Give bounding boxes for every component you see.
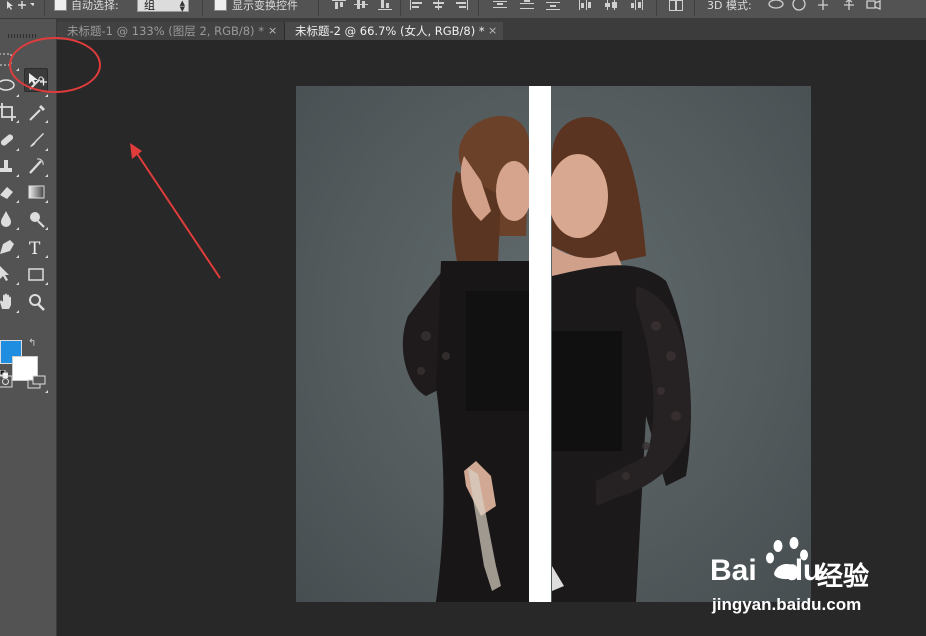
svg-text:T: T: [29, 239, 41, 259]
show-transform-checkbox[interactable]: [214, 0, 227, 11]
distribute-bottom-icon[interactable]: [546, 0, 560, 10]
drag-3d-icon: [818, 0, 828, 10]
clone-stamp-icon[interactable]: [0, 155, 20, 179]
eraser-icon[interactable]: [0, 181, 20, 205]
distribute-horizontal-icon[interactable]: [604, 0, 618, 10]
crop-icon[interactable]: [0, 101, 20, 125]
rectangle-icon[interactable]: [25, 263, 49, 287]
close-icon[interactable]: ×: [268, 22, 277, 40]
camera-3d-icon: [866, 0, 881, 10]
annotation-arrow: [130, 143, 221, 279]
slide-3d-icon: [844, 0, 854, 10]
quick-mask-icon[interactable]: [0, 371, 20, 395]
tool-preset-picker[interactable]: [4, 0, 36, 18]
align-vertical-center-icon[interactable]: [354, 0, 368, 10]
distribute-right-icon[interactable]: [630, 0, 644, 10]
healing-brush-icon[interactable]: [0, 129, 20, 153]
close-icon[interactable]: ×: [488, 22, 497, 40]
roll-3d-icon: [792, 0, 806, 11]
brush-icon[interactable]: [25, 129, 49, 153]
blur-icon[interactable]: [0, 208, 20, 232]
split-divider-line: [529, 86, 551, 602]
tools-panel: T ↰: [0, 19, 57, 636]
baidu-jingyan-watermark: Bai du 经验 jingyan.baidu.com: [700, 536, 920, 618]
dodge-icon[interactable]: [25, 208, 49, 232]
options-bar: 自动选择: 组 ▲ ▼ 显示变换控件 3D 模式:: [0, 0, 926, 19]
move-tool-preset-icon: [7, 1, 36, 10]
show-transform-label: 显示变换控件: [232, 0, 298, 12]
align-top-icon[interactable]: [332, 0, 346, 10]
type-icon[interactable]: T: [25, 236, 49, 260]
distribute-center-icon[interactable]: [520, 0, 534, 10]
align-left-icon[interactable]: [410, 0, 424, 10]
zoom-icon[interactable]: [25, 291, 49, 315]
hand-icon[interactable]: [0, 291, 20, 315]
document-tab-bar: 未标题-1 @ 133% (图层 2, RGB/8) * × 未标题-2 @ 6…: [57, 19, 926, 40]
distribute-top-icon[interactable]: [493, 0, 507, 10]
left-half-figure: [402, 116, 532, 602]
auto-align-icon[interactable]: [668, 0, 683, 11]
align-right-icon[interactable]: [454, 0, 468, 10]
align-horizontal-center-icon[interactable]: [432, 0, 446, 10]
3d-mode-icons[interactable]: [768, 0, 926, 12]
auto-select-checkbox[interactable]: [54, 0, 67, 11]
tab-label: 未标题-2 @ 66.7% (女人, RGB/8) *: [295, 24, 485, 38]
eyedropper-icon[interactable]: [25, 101, 49, 125]
jingyan-brand: 经验: [817, 562, 870, 592]
path-selection-icon[interactable]: [0, 263, 20, 287]
panel-grip[interactable]: [8, 34, 38, 38]
auto-select-value: 组: [144, 0, 155, 12]
tab-untitled-1[interactable]: 未标题-1 @ 133% (图层 2, RGB/8) * ×: [57, 22, 285, 40]
pen-icon[interactable]: [0, 236, 20, 260]
align-bottom-icon[interactable]: [378, 0, 392, 10]
tab-label: 未标题-1 @ 133% (图层 2, RGB/8) *: [67, 24, 264, 38]
annotation-circle: [9, 37, 101, 93]
auto-select-dropdown[interactable]: 组 ▲ ▼: [137, 0, 189, 13]
distribute-left-icon[interactable]: [578, 0, 592, 10]
screen-mode-icon[interactable]: [25, 371, 49, 395]
baidu-logo-text: Bai du: [710, 554, 822, 587]
swap-colors-icon[interactable]: ↰: [28, 338, 36, 349]
watermark-url: jingyan.baidu.com: [712, 595, 862, 614]
rotate-3d-icon: [768, 0, 784, 9]
3d-mode-label: 3D 模式:: [707, 0, 752, 12]
history-brush-icon[interactable]: [25, 155, 49, 179]
document-image[interactable]: [296, 86, 811, 602]
woman-photo: [402, 116, 691, 602]
dropdown-arrows-icon: ▲ ▼: [179, 0, 185, 13]
tab-untitled-2[interactable]: 未标题-2 @ 66.7% (女人, RGB/8) * ×: [285, 22, 503, 40]
gradient-icon[interactable]: [25, 181, 49, 205]
auto-select-label: 自动选择:: [71, 0, 119, 12]
